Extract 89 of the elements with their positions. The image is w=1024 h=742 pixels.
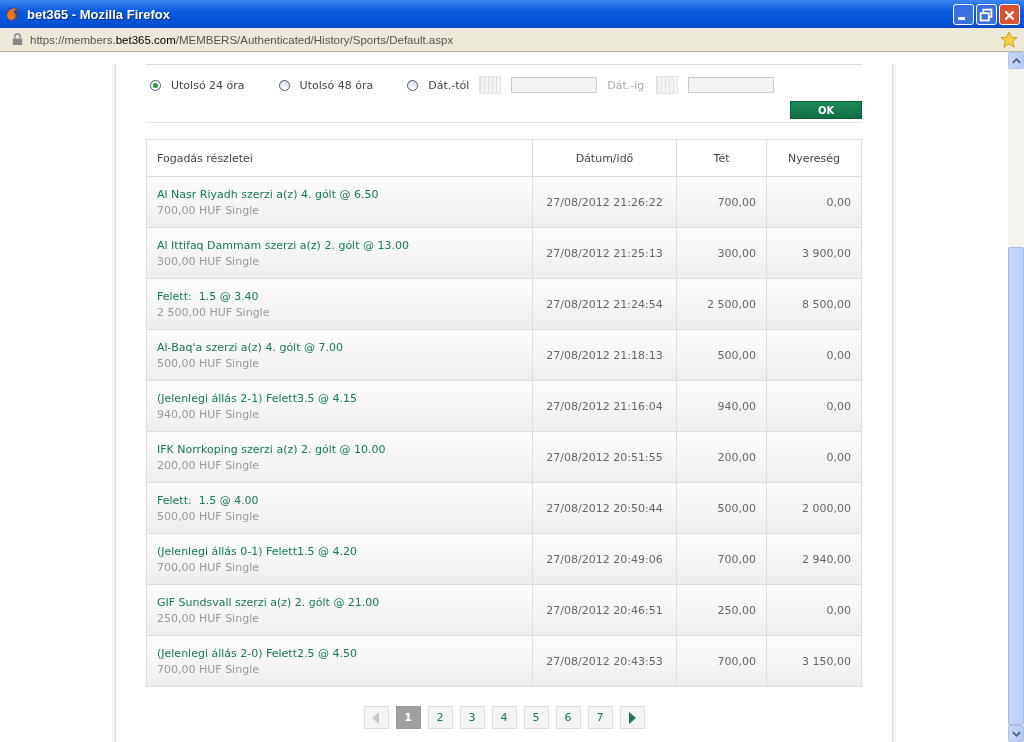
radio-label[interactable]: Utolsó 48 óra [299,78,374,92]
page-button[interactable]: 3 [459,706,485,729]
column-header: Fogadás részletei [147,140,533,176]
table-cell: 27/08/2012 21:26:22 [533,177,677,227]
scroll-up-button[interactable] [1008,52,1024,69]
column-header: Nyereség [786,150,841,167]
bet-detail: 700,00 HUF Single [157,560,259,574]
bet-link[interactable]: Al-Baq'a szerzi a(z) 4. gólt @ 7.00 [157,340,343,354]
bet-detail: 940,00 HUF Single [157,407,259,421]
table-cell: 27/08/2012 21:18:13 [533,330,677,380]
bet-detail: 200,00 HUF Single [157,458,259,472]
table-cell-text: 3 900,00 [801,245,852,262]
table-cell: 700,00 [677,636,767,686]
table-cell: 500,00 [677,483,767,533]
bet-link[interactable]: Felett: 1.5 @ 3.40 [157,289,259,303]
table-cell-text: 2 940,00 [801,551,852,568]
scroll-thumb[interactable] [1008,247,1024,725]
table-cell: 500,00 [677,330,767,380]
radio-label[interactable]: Utolsó 24 óra [171,78,245,92]
bet-link[interactable]: Felett: 1.5 @ 4.00 [157,493,259,507]
bet-link[interactable]: (Jelenlegi állás 2-0) Felett2.5 @ 4.50 [157,646,357,660]
star-icon[interactable] [1000,30,1018,49]
bet-link[interactable]: (Jelenlegi állás 0-1) Felett1.5 @ 4.20 [157,544,357,558]
column-header: Tét [677,140,767,176]
bet-link[interactable]: IFK Norrkoping szerzi a(z) 2. gólt @ 10.00 [157,442,386,456]
table-cell: 27/08/2012 20:49:06 [533,534,677,584]
next-page-button[interactable] [619,706,645,729]
restore-button[interactable] [976,3,997,25]
bet-detail: 500,00 HUF Single [157,356,259,370]
chevron-down-icon [1011,730,1021,737]
bet-detail: 700,00 HUF Single [157,203,259,217]
page-button[interactable]: 4 [491,706,517,729]
table-cell: 940,00 [677,381,767,431]
table-cell: 27/08/2012 21:25:13 [533,228,677,278]
table-cell: 700,00 [677,534,767,584]
page-button[interactable]: 2 [427,706,453,729]
table-cell-text: 3 150,00 [801,653,852,670]
table-cell-text: 0,00 [825,449,852,466]
radio-button[interactable] [150,79,161,91]
minimize-button[interactable] [953,3,974,25]
bet-detail: 2 500,00 HUF Single [157,305,270,319]
ok-button[interactable]: OK [790,101,862,119]
browser-logo-icon [5,6,21,22]
bet-detail: 500,00 HUF Single [157,509,259,523]
chevron-up-icon [1011,57,1021,64]
date-to-field[interactable] [688,77,775,93]
close-button[interactable] [999,3,1020,25]
triangle-left-icon [372,711,380,724]
triangle-right-icon [628,711,636,724]
table-cell: 300,00 [677,228,767,278]
page-button[interactable]: 6 [555,706,581,729]
bet-link[interactable]: Al Nasr Riyadh szerzi a(z) 4. gólt @ 6.50 [157,187,379,201]
table-cell-text: 0,00 [825,602,852,619]
page-button[interactable]: 7 [587,706,613,729]
date-to-label: Dát.-ig [607,78,645,92]
radio-button[interactable] [278,79,290,91]
table-cell-text: 0,00 [825,398,852,415]
bet-link[interactable]: Al Ittifaq Dammam szerzi a(z) 2. gólt @ 13.00 [157,238,409,252]
bet-detail: 300,00 HUF Single [157,254,259,268]
window-title: bet365 - Mozilla Firefox [27,6,172,22]
table-cell: 27/08/2012 20:43:53 [533,636,677,686]
radio-button[interactable] [407,79,419,91]
table-cell: 27/08/2012 20:50:44 [533,483,677,533]
bet-link[interactable]: GIF Sundsvall szerzi a(z) 2. gólt @ 21.00 [157,595,380,609]
table-cell-text: 0,00 [825,347,852,364]
table-cell: 27/08/2012 21:24:54 [533,279,677,329]
column-header: Dátum/idő [533,140,677,176]
bet-link[interactable]: (Jelenlegi állás 2-1) Felett3.5 @ 4.15 [157,391,357,405]
table-cell-text: 0,00 [825,194,852,211]
radio-label[interactable]: Dát.-tól [428,78,470,92]
table-cell: 2 500,00 [677,279,767,329]
bet-detail: 700,00 HUF Single [157,662,259,676]
minimize-icon [958,16,965,20]
table-cell-text: 8 500,00 [801,296,852,313]
table-cell: 27/08/2012 20:51:55 [533,432,677,482]
page-button[interactable]: 5 [523,706,549,729]
table-cell: 27/08/2012 21:16:04 [533,381,677,431]
table-cell: 200,00 [677,432,767,482]
scrollbar[interactable] [1008,52,1024,742]
table-cell: 250,00 [677,585,767,635]
table-cell: 700,00 [677,177,767,227]
date-from-field[interactable] [511,77,598,93]
url-text: https://members.bet365.com/MEMBERS/Authenticated/History/Sports/Default.aspx [30,33,455,46]
bet-detail: 250,00 HUF Single [157,611,259,625]
table-cell: 27/08/2012 20:46:51 [533,585,677,635]
scroll-down-button[interactable] [1008,725,1024,742]
table-cell-text: 2 000,00 [801,500,852,517]
address-bar[interactable]: https://members.bet365.com/MEMBERS/Authenticated/History/Sports/Default.aspx [0,28,1024,52]
lock-icon [12,33,23,46]
